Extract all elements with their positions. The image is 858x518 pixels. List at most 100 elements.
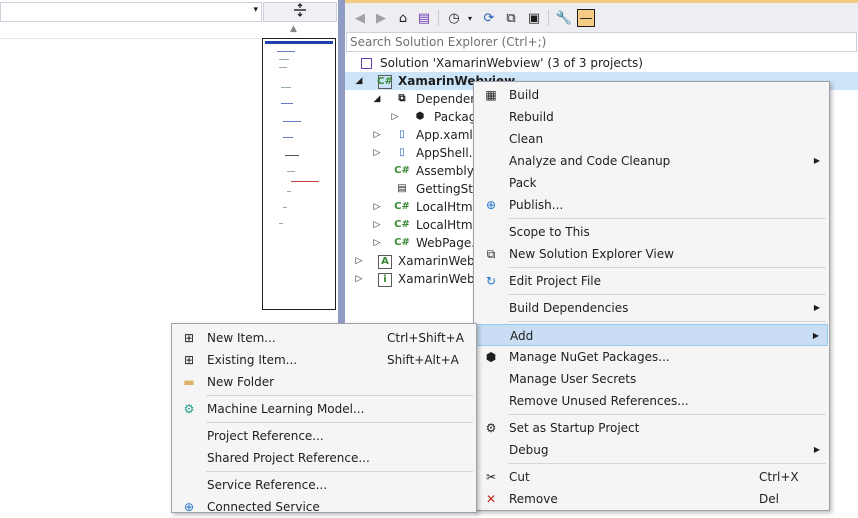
menu-item-existing-item[interactable]: ⊞ Existing Item... Shift+Alt+A xyxy=(173,349,475,371)
xaml-file-icon: ▯ xyxy=(399,147,405,158)
menu-item-manage-user-secrets[interactable]: Manage User Secrets xyxy=(475,368,828,390)
menu-item-label: Remove xyxy=(509,492,558,506)
scroll-up-arrow-icon[interactable]: ▲ xyxy=(290,24,297,34)
nuget-icon: ⬢ xyxy=(485,350,497,364)
dependencies-icon: ⧉ xyxy=(398,93,406,104)
expand-arrow-icon[interactable]: ▷ xyxy=(390,108,400,126)
tree-item-label: Solution 'XamarinWebview' (3 of 3 projec… xyxy=(380,56,643,70)
menu-item-build[interactable]: ▦ Build xyxy=(475,84,828,106)
remove-icon: ✕ xyxy=(485,492,497,506)
menu-item-manage-nuget-packages[interactable]: ⬢ Manage NuGet Packages... xyxy=(475,346,828,368)
forward-icon[interactable]: ▶ xyxy=(372,9,390,27)
menu-separator xyxy=(206,471,473,472)
switch-views-icon[interactable]: ▤ xyxy=(415,9,433,27)
menu-item-label: New Solution Explorer View xyxy=(509,247,674,261)
menu-item-cut[interactable]: ✂ Cut Ctrl+X xyxy=(475,466,828,488)
menu-item-label: Service Reference... xyxy=(207,478,328,492)
expand-arrow-icon[interactable]: ▷ xyxy=(372,126,382,144)
menu-item-pack[interactable]: Pack xyxy=(475,172,828,194)
menu-item-label: New Item... xyxy=(207,331,276,345)
chevron-down-icon[interactable]: ▾ xyxy=(461,9,479,27)
machine-learning-icon: ⚙ xyxy=(183,402,195,416)
expand-arrow-icon[interactable]: ▷ xyxy=(354,252,364,270)
menu-item-add[interactable]: Add ▶ xyxy=(475,324,828,346)
new-explorer-view-icon: ⧉ xyxy=(486,247,496,261)
expand-arrow-icon[interactable]: ◢ xyxy=(354,72,364,90)
menu-item-label: Project Reference... xyxy=(207,429,324,443)
menu-item-new-solution-explorer-view[interactable]: ⧉ New Solution Explorer View xyxy=(475,243,828,265)
show-all-files-icon[interactable]: ▣ xyxy=(525,9,543,27)
menu-item-label: Manage NuGet Packages... xyxy=(509,350,670,364)
expand-arrow-icon[interactable]: ▷ xyxy=(372,216,382,234)
text-file-icon: ▤ xyxy=(397,183,407,194)
menu-item-label: Shared Project Reference... xyxy=(207,451,370,465)
menu-item-project-reference[interactable]: Project Reference... xyxy=(173,425,475,447)
menu-item-service-reference[interactable]: Service Reference... xyxy=(173,474,475,496)
menu-item-set-as-startup-project[interactable]: ⚙ Set as Startup Project xyxy=(475,417,828,439)
menu-item-label: Manage User Secrets xyxy=(509,372,637,386)
expand-arrow-icon[interactable]: ▷ xyxy=(354,270,364,288)
menu-item-new-item[interactable]: ⊞ New Item... Ctrl+Shift+A xyxy=(173,327,475,349)
properties-icon[interactable]: 🔧 xyxy=(555,9,573,27)
menu-item-remove[interactable]: ✕ Remove Del xyxy=(475,488,828,510)
split-icon[interactable] xyxy=(263,2,337,22)
menu-item-label: Set as Startup Project xyxy=(509,421,640,435)
settings-gear-icon: ⚙ xyxy=(485,421,497,435)
menu-separator xyxy=(206,422,473,423)
expand-arrow-icon[interactable]: ▷ xyxy=(372,198,382,216)
menu-item-publish[interactable]: ⊕ Publish... xyxy=(475,194,828,216)
expand-arrow-icon[interactable]: ▷ xyxy=(372,144,382,162)
menu-item-analyze-and-code-cleanup[interactable]: Analyze and Code Cleanup ▶ xyxy=(475,150,828,172)
home-icon[interactable]: ⌂ xyxy=(394,9,412,27)
submenu-arrow-icon: ▶ xyxy=(812,331,819,340)
menu-item-remove-unused-references[interactable]: Remove Unused References... xyxy=(475,390,828,412)
menu-item-label: Analyze and Code Cleanup xyxy=(509,154,671,168)
collapse-all-icon[interactable]: ⧉ xyxy=(502,9,520,27)
submenu-arrow-icon: ▶ xyxy=(813,445,820,454)
scrollbar-minimap[interactable] xyxy=(262,38,336,310)
menu-item-label: Connected Service xyxy=(207,500,320,514)
menu-item-shortcut: Shift+Alt+A xyxy=(387,353,459,367)
menu-item-edit-project-file[interactable]: ↻ Edit Project File xyxy=(475,270,828,292)
menu-separator xyxy=(206,395,473,396)
menu-item-label: New Folder xyxy=(207,375,275,389)
menu-item-scope-to-this[interactable]: Scope to This xyxy=(475,221,828,243)
minimap-viewport[interactable] xyxy=(265,41,333,44)
package-icon: ⬢ xyxy=(415,111,425,122)
menu-item-shortcut: Ctrl+Shift+A xyxy=(387,331,464,345)
cut-icon: ✂ xyxy=(485,470,497,484)
menu-item-shared-project-reference[interactable]: Shared Project Reference... xyxy=(173,447,475,469)
menu-item-label: Edit Project File xyxy=(509,274,602,288)
submenu-arrow-icon: ▶ xyxy=(813,156,820,165)
submenu-arrow-icon: ▶ xyxy=(813,303,820,312)
menu-item-new-folder[interactable]: ▬ New Folder xyxy=(173,371,475,393)
sync-icon[interactable]: ⟳ xyxy=(480,9,498,27)
menu-separator xyxy=(508,294,826,295)
csharp-file-icon: C# xyxy=(394,237,410,248)
solution-explorer-search-input[interactable]: Search Solution Explorer (Ctrl+;) xyxy=(346,32,857,52)
new-item-icon: ⊞ xyxy=(183,331,195,345)
menu-item-clean[interactable]: Clean xyxy=(475,128,828,150)
xaml-file-icon: ▯ xyxy=(399,129,405,140)
expand-arrow-icon[interactable]: ▷ xyxy=(372,234,382,252)
csharp-file-icon: C# xyxy=(394,165,410,176)
menu-item-build-dependencies[interactable]: Build Dependencies ▶ xyxy=(475,297,828,319)
menu-item-label: Publish... xyxy=(509,198,564,212)
csharp-file-icon: C# xyxy=(394,201,410,212)
menu-item-label: Machine Learning Model... xyxy=(207,402,365,416)
menu-item-debug[interactable]: Debug ▶ xyxy=(475,439,828,461)
expand-arrow-icon[interactable]: ◢ xyxy=(372,90,382,108)
tree-item-label: App.xaml xyxy=(416,128,473,142)
member-navigation-dropdown[interactable]: ▾ xyxy=(0,2,262,22)
menu-item-rebuild[interactable]: Rebuild xyxy=(475,106,828,128)
tree-item-solution[interactable]: Solution 'XamarinWebview' (3 of 3 projec… xyxy=(345,54,858,72)
existing-item-icon: ⊞ xyxy=(183,353,195,367)
menu-item-label: Rebuild xyxy=(509,110,554,124)
menu-item-connected-service[interactable]: ⊕ Connected Service xyxy=(173,496,475,518)
preview-pin-icon[interactable]: — xyxy=(577,9,595,27)
solution-icon xyxy=(359,56,373,70)
menu-separator xyxy=(508,414,826,415)
menu-item-machine-learning-model[interactable]: ⚙ Machine Learning Model... xyxy=(173,398,475,420)
back-icon[interactable]: ◀ xyxy=(351,9,369,27)
new-folder-icon: ▬ xyxy=(183,375,195,389)
